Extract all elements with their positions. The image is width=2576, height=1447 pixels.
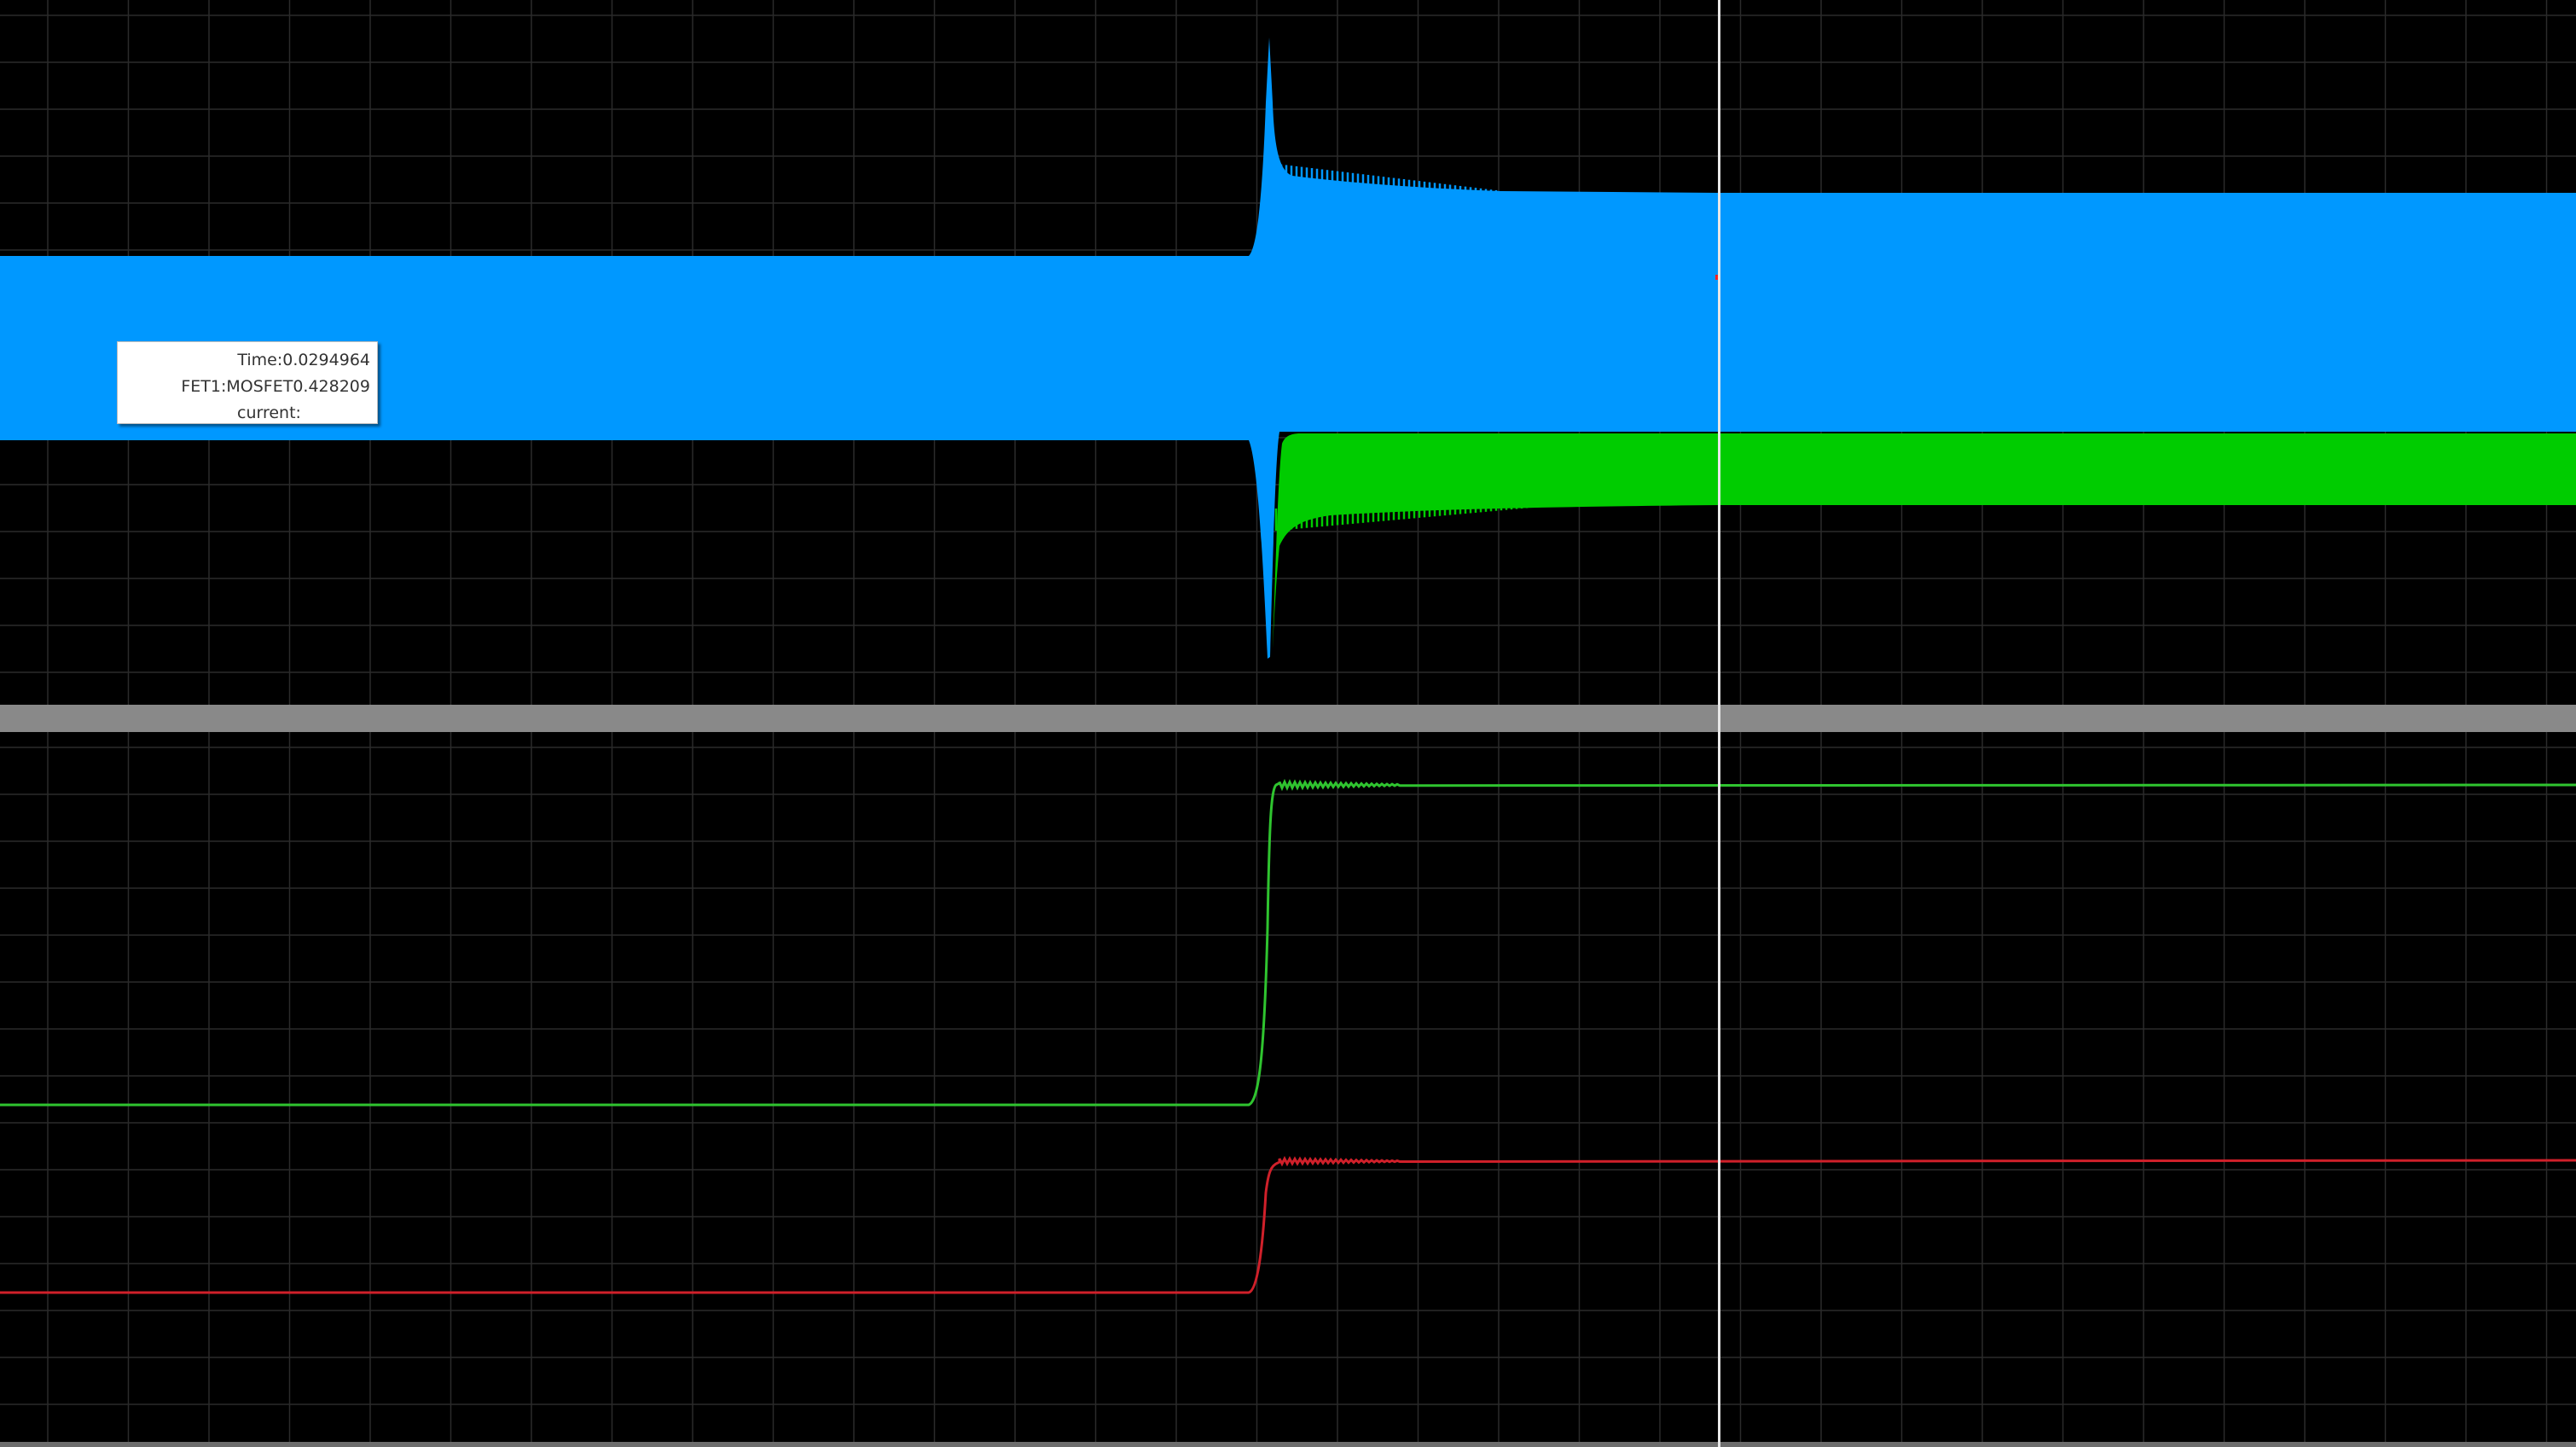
pane-splitter[interactable] — [0, 705, 2576, 732]
time-cursor-line[interactable] — [1718, 0, 1720, 1447]
tooltip-time-label: Time: — [237, 351, 283, 369]
series-green-step — [0, 778, 2576, 1107]
time-axis-strip — [0, 1442, 2576, 1447]
top-plot-pane[interactable] — [0, 0, 2576, 705]
series-green-envelope — [1273, 433, 2576, 648]
bottom-plot-canvas[interactable] — [0, 732, 2576, 1442]
series-blue-envelope — [0, 38, 2576, 659]
cursor-readout-tooltip: Time:0.0294964 FET1:MOSFET0.428209 curre… — [117, 341, 378, 424]
tooltip-signal-line: FET1:MOSFET0.428209 — [125, 374, 370, 400]
bottom-plot-grid — [0, 732, 2576, 1442]
series-red-step — [0, 1155, 2576, 1294]
tooltip-signal-label-2: current: — [237, 404, 301, 422]
tooltip-signal-value: 0.428209 — [293, 377, 370, 396]
tooltip-time-value: 0.0294964 — [282, 351, 370, 369]
tooltip-time-line: Time:0.0294964 — [125, 347, 370, 374]
top-plot-canvas[interactable] — [0, 0, 2576, 705]
waveform-viewer: Time:0.0294964 FET1:MOSFET0.428209 curre… — [0, 0, 2576, 1447]
bottom-plot-pane[interactable] — [0, 732, 2576, 1442]
tooltip-signal-label: FET1:MOSFET — [181, 377, 293, 396]
